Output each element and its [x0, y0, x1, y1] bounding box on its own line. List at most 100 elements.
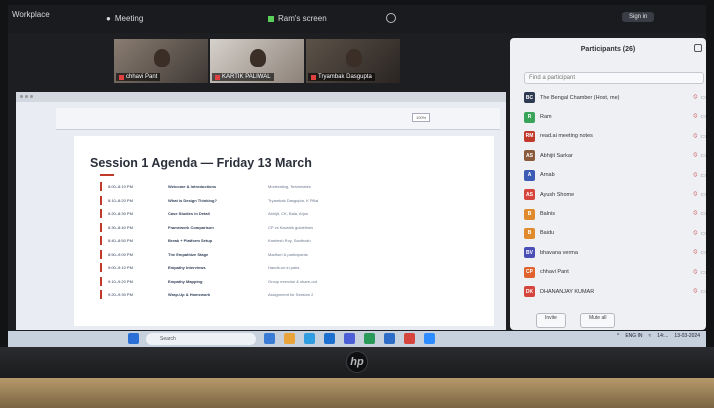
- start-icon[interactable]: [128, 333, 139, 344]
- zoom-control[interactable]: 100%: [412, 113, 431, 122]
- chevron-up-icon[interactable]: ^: [617, 333, 619, 339]
- participant-video: [154, 49, 170, 67]
- agenda-owner: Assignment for Session 2: [268, 292, 314, 298]
- participant-item[interactable]: BV bhavana verma ⦸ ▭: [524, 243, 706, 262]
- participant-item[interactable]: AS Ayush Shome ⦸ ▭: [524, 185, 706, 204]
- mic-muted-icon[interactable]: ⦸: [693, 152, 697, 159]
- participant-avatar: AS: [524, 189, 535, 201]
- camera-off-icon[interactable]: ▭: [700, 269, 706, 276]
- shared-screen-label[interactable]: Ram's screen: [268, 14, 327, 23]
- participant-status: ⦸ ▭: [693, 172, 706, 179]
- participant-item[interactable]: CP chhavi Pant ⦸ ▭: [524, 263, 706, 282]
- app-title: Workplace: [12, 11, 50, 19]
- participant-status: ⦸ ▭: [693, 191, 706, 198]
- app-icon[interactable]: [264, 333, 275, 344]
- agenda-time: 8:20–8:30 PM: [108, 211, 133, 217]
- participant-avatar: B: [524, 208, 535, 220]
- agenda-topic: Framework Comparison: [168, 224, 214, 230]
- participant-name: DHANANJAY KUMAR: [540, 288, 595, 295]
- tile-name: chhavi Pant: [126, 74, 158, 80]
- agenda-time: 8:50–9:00 PM: [108, 251, 133, 257]
- camera-off-icon[interactable]: ▭: [700, 210, 706, 217]
- mic-muted-icon[interactable]: ⦸: [693, 113, 697, 120]
- agenda-topic: Case Studies in Detail: [168, 211, 210, 217]
- participant-status: ⦸ ▭: [693, 94, 706, 101]
- agenda-time: 8:40–8:50 PM: [108, 238, 133, 244]
- participant-item[interactable]: B Baidu ⦸ ▭: [524, 224, 706, 243]
- participant-item[interactable]: BC The Bengal Chamber (Host, me) ⦸ ▭: [524, 88, 706, 107]
- camera-off-icon[interactable]: ▭: [700, 152, 706, 159]
- invite-button[interactable]: Invite: [536, 313, 566, 328]
- video-tile[interactable]: Tryambak Dasgupta: [306, 39, 400, 83]
- mic-muted-icon[interactable]: ⦸: [693, 230, 697, 237]
- edge-icon[interactable]: [304, 333, 315, 344]
- camera-off-icon[interactable]: ▭: [700, 249, 706, 256]
- agenda-owner: Tryambak Dasgupta, K Pillai: [268, 197, 319, 203]
- participant-item[interactable]: B Balnis ⦸ ▭: [524, 204, 706, 223]
- record-icon[interactable]: [386, 13, 396, 23]
- mic-muted-icon: [119, 74, 124, 80]
- participant-item[interactable]: R Ram ⦸ ▭: [524, 107, 706, 126]
- system-tray: ^ ENG IN ≈ 14:... 13-03-2024: [617, 333, 700, 339]
- agenda-owner: Group exercise & share-out: [268, 278, 317, 284]
- video-tiles: chhavi Pant KARTIK PALIWAL Tryambak Dasg…: [114, 39, 400, 83]
- camera-off-icon[interactable]: ▭: [700, 133, 706, 140]
- zoom-level[interactable]: 100%: [412, 113, 431, 122]
- mic-muted-icon[interactable]: ⦸: [693, 249, 697, 256]
- folder-icon[interactable]: [284, 333, 295, 344]
- mic-muted-icon[interactable]: ⦸: [693, 288, 697, 295]
- participant-search-input[interactable]: Find a participant: [524, 72, 704, 84]
- popout-icon[interactable]: [694, 44, 702, 52]
- participant-item[interactable]: AS Abhijit Sarkar ⦸ ▭: [524, 146, 706, 165]
- participant-item[interactable]: A Arnab ⦸ ▭: [524, 166, 706, 185]
- participant-status: ⦸ ▭: [693, 269, 706, 276]
- participant-name: Baidu: [540, 230, 555, 237]
- mic-muted-icon[interactable]: ⦸: [693, 172, 697, 179]
- app-icon[interactable]: [324, 333, 335, 344]
- mic-muted-icon[interactable]: ⦸: [693, 133, 697, 140]
- language-indicator[interactable]: ENG IN: [625, 333, 642, 339]
- clock-date[interactable]: 13-03-2024: [674, 333, 700, 339]
- sign-in-button[interactable]: Sign in: [622, 12, 655, 22]
- participant-name: read.ai meeting notes: [540, 133, 593, 140]
- camera-off-icon[interactable]: ▭: [700, 288, 706, 295]
- mic-muted-icon[interactable]: ⦸: [693, 94, 697, 101]
- app-icon[interactable]: [384, 333, 395, 344]
- video-tile[interactable]: chhavi Pant: [114, 39, 208, 83]
- participant-item[interactable]: DK DHANANJAY KUMAR ⦸ ▭: [524, 282, 706, 301]
- camera-off-icon[interactable]: ▭: [700, 94, 706, 101]
- zoom-app-icon[interactable]: [424, 333, 435, 344]
- camera-off-icon[interactable]: ▭: [700, 113, 706, 120]
- mic-muted-icon[interactable]: ⦸: [693, 210, 697, 217]
- mic-muted-icon[interactable]: ⦸: [693, 191, 697, 198]
- tile-name-label: chhavi Pant: [116, 73, 161, 81]
- agenda-topic: The Empathize Stage: [168, 251, 209, 257]
- mic-muted-icon: [311, 74, 316, 80]
- mic-muted-icon[interactable]: ⦸: [693, 269, 697, 276]
- participant-item[interactable]: RM read.ai meeting notes ⦸ ▭: [524, 127, 706, 146]
- camera-off-icon[interactable]: ▭: [700, 230, 706, 237]
- tile-name: KARTIK PALIWAL: [222, 74, 271, 80]
- participant-name: Balnis: [540, 211, 555, 218]
- agenda-document: Session 1 Agenda — Friday 13 March 8:00–…: [74, 136, 494, 326]
- app-icon[interactable]: [364, 333, 375, 344]
- share-indicator-icon: [268, 15, 274, 22]
- video-tile[interactable]: KARTIK PALIWAL: [210, 39, 304, 83]
- taskbar-search[interactable]: Search: [146, 333, 256, 345]
- participant-avatar: BV: [524, 247, 535, 259]
- meeting-top-bar: Workplace ● Meeting Ram's screen Sign in: [8, 5, 706, 33]
- row-marker: [100, 222, 102, 232]
- participant-status: ⦸ ▭: [693, 230, 706, 237]
- agenda-time: 8:30–8:40 PM: [108, 224, 133, 230]
- acrobat-icon[interactable]: [404, 333, 415, 344]
- wifi-icon[interactable]: ≈: [649, 333, 652, 339]
- mute-all-button[interactable]: Mute all: [579, 313, 616, 328]
- camera-off-icon[interactable]: ▭: [700, 191, 706, 198]
- participant-avatar: R: [524, 111, 535, 123]
- camera-off-icon[interactable]: ▭: [700, 172, 706, 179]
- app-icon[interactable]: [344, 333, 355, 344]
- agenda-time: 9:10–9:20 PM: [108, 278, 133, 284]
- clock-time[interactable]: 14:...: [657, 333, 668, 339]
- meeting-tab[interactable]: ● Meeting: [106, 14, 143, 23]
- participant-name: Ram: [540, 114, 552, 121]
